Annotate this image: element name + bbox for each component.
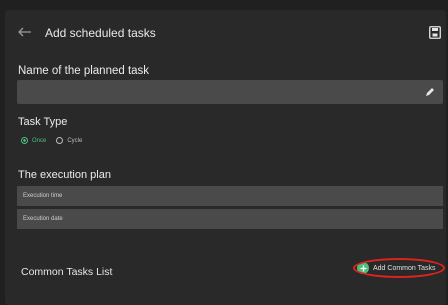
common-tasks-list-label: Common Tasks List <box>21 266 113 278</box>
pencil-icon[interactable] <box>425 87 435 97</box>
add-common-tasks-label: Add Common Tasks <box>373 264 436 272</box>
radio-cycle-label: Cycle <box>67 137 83 144</box>
radio-once-label: Once <box>32 137 47 144</box>
execution-date-label: Execution date <box>23 216 63 222</box>
plus-icon <box>360 265 366 271</box>
task-type-label: Task Type <box>18 116 68 128</box>
back-button[interactable] <box>15 23 35 41</box>
radio-once[interactable]: Once <box>21 137 46 144</box>
task-name-label: Name of the planned task <box>18 65 150 77</box>
save-button[interactable] <box>429 26 441 39</box>
execution-plan-label: The execution plan <box>18 169 111 181</box>
page-title: Add scheduled tasks <box>45 26 156 40</box>
radio-cycle[interactable]: Cycle <box>56 137 82 144</box>
screen: Add scheduled tasks Name of the planned … <box>5 10 446 305</box>
task-name-field[interactable] <box>17 80 443 104</box>
save-icon <box>429 26 441 39</box>
app-bar: Add scheduled tasks <box>5 10 446 54</box>
radio-selected-icon <box>21 137 28 144</box>
arrow-left-icon <box>18 27 31 37</box>
plus-circle-icon <box>357 262 369 274</box>
execution-date-field[interactable]: Execution date <box>17 209 443 229</box>
execution-time-field[interactable]: Execution time <box>17 186 443 206</box>
task-type-radio-group: Once Cycle <box>21 137 82 144</box>
add-common-tasks-button[interactable]: Add Common Tasks <box>357 262 436 274</box>
radio-unselected-icon <box>56 137 64 144</box>
execution-time-label: Execution time <box>23 193 63 199</box>
